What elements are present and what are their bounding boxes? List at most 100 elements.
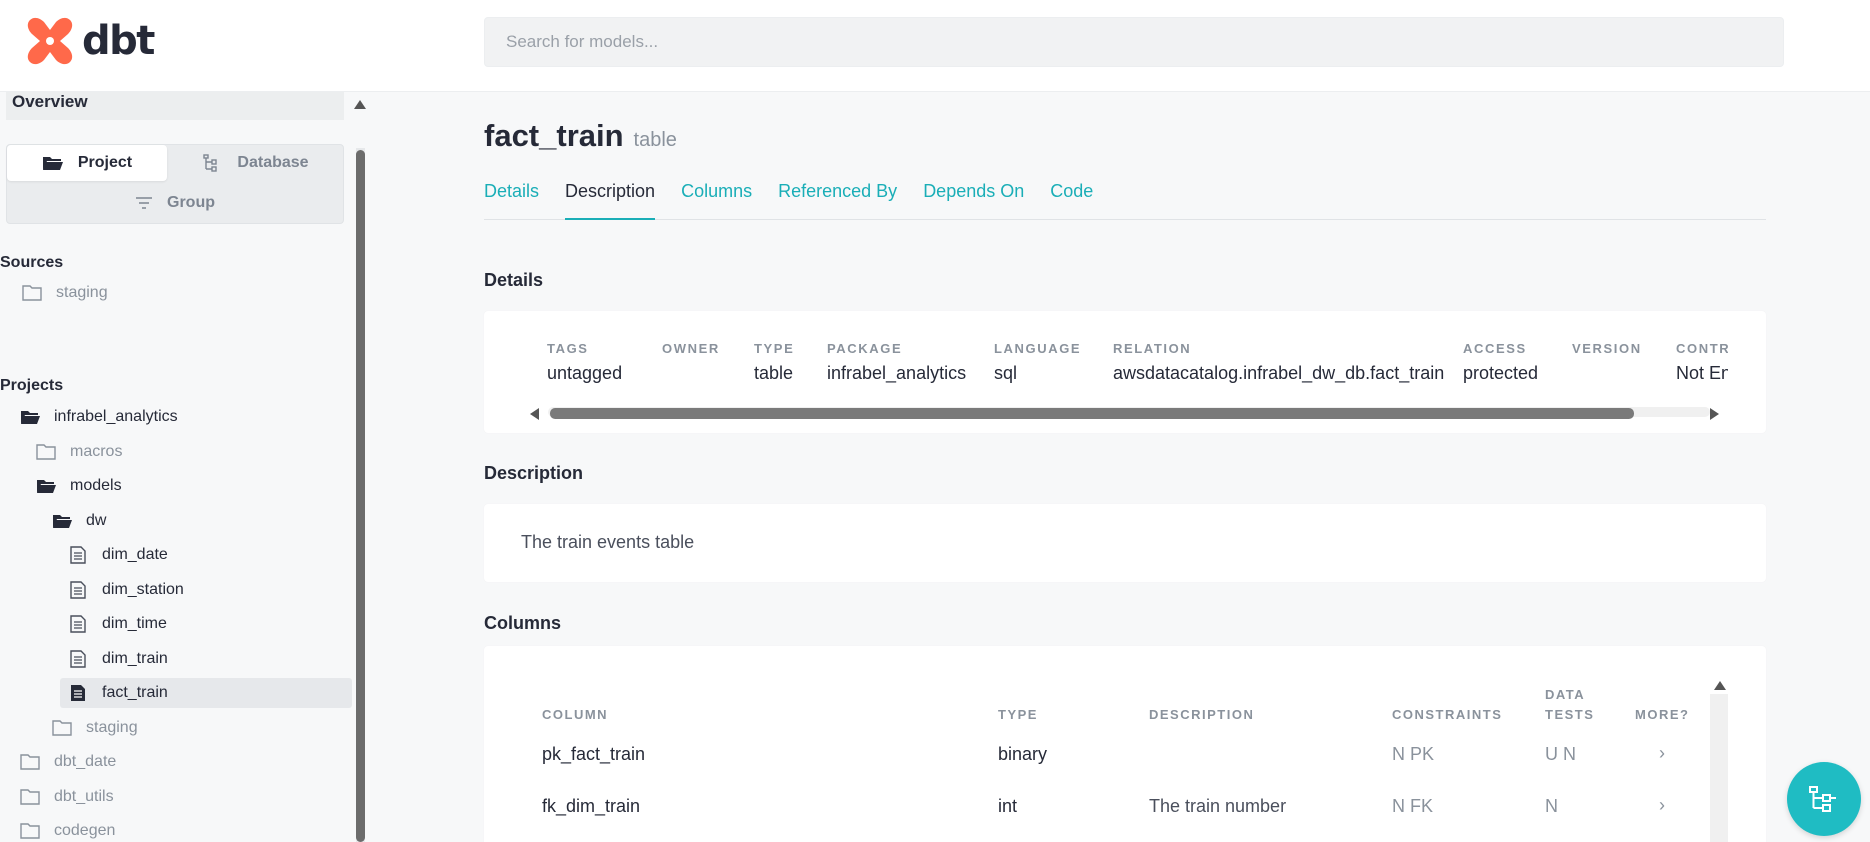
model-tabs: Details Description Columns Referenced B… [484,180,1766,220]
col-header-data-tests-line1: DATA [1545,687,1586,702]
col-header-description: DESCRIPTION [1149,707,1255,722]
row2-column: fk_dim_train [542,796,641,816]
dbt-logo[interactable]: dbt [24,16,155,66]
source-staging[interactable]: staging [22,278,108,308]
tree-item-label: dbt_date [54,753,117,770]
tree-item-label: fact_train [102,684,168,701]
row1-constraints: N PK [1392,744,1435,764]
meta-label-contract: CONTR [1676,341,1728,356]
tree-item-label: codegen [54,822,116,839]
tree-item-label: dim_station [102,580,184,598]
sidebar: Overview Project Database Group Sources … [0,92,370,842]
folder-icon [52,719,72,736]
tree-item-models[interactable]: models [36,471,122,501]
tree-item-macros[interactable]: macros [36,437,122,467]
meta-value-tags: untagged [547,363,623,383]
sidebar-scroll-up-icon[interactable] [354,100,366,109]
sources-label: Sources [0,254,64,271]
meta-label-type: TYPE [754,341,795,356]
meta-label-relation: RELATION [1113,341,1192,356]
tab-referenced-by[interactable]: Referenced By [778,180,897,220]
meta-label-owner: OWNER [662,341,720,356]
top-header: dbt [0,0,1870,92]
tree-item-dim-date[interactable]: dim_date [68,540,168,570]
filter-icon [136,197,152,209]
tree-item-label: macros [70,442,123,460]
tree-item-label: staging [86,718,138,736]
meta-label-version: VERSION [1572,341,1642,356]
tree-item-dim-station[interactable]: dim_station [68,575,184,605]
tree-item-fact-train[interactable]: fact_train [60,678,352,708]
description-text: The train events table [521,532,695,552]
tree-item-infrabel-analytics[interactable]: infrabel_analytics [20,402,178,432]
row1-column: pk_fact_train [542,744,646,764]
tree-item-codegen[interactable]: codegen [20,816,115,842]
tree-item-dbt-date[interactable]: dbt_date [20,747,116,777]
scroll-right-icon[interactable] [1710,408,1719,420]
columns-scroll-up-icon[interactable] [1714,681,1726,690]
tab-code[interactable]: Code [1050,180,1093,220]
columns-heading: Columns [484,613,562,633]
tree-item-label: dim_train [102,649,168,667]
meta-value-access: protected [1463,363,1539,383]
meta-value-contract: Not En [1676,363,1728,383]
row2-expand-icon[interactable]: › [1659,795,1665,816]
tree-item-dim-time[interactable]: dim_time [68,609,167,639]
folder-open-icon [37,480,56,493]
projects-label: Projects [0,377,64,394]
meta-value-package: infrabel_analytics [827,363,967,383]
folder-icon [20,788,40,805]
details-heading: Details [484,270,544,290]
database-tab[interactable]: Database [169,145,343,181]
page-title: fact_train table [484,118,677,154]
group-tab[interactable]: Group [7,185,343,221]
tree-item-staging[interactable]: staging [52,713,138,743]
tab-depends-on[interactable]: Depends On [923,180,1024,220]
tree-item-label: infrabel_analytics [54,408,178,425]
tree-item-dw[interactable]: dw [52,506,106,536]
lineage-graph-button[interactable] [1787,762,1861,836]
meta-label-language: LANGUAGE [994,341,1082,356]
col-header-constraints: CONSTRAINTS [1392,707,1503,722]
file-icon [70,649,86,668]
row1-type: binary [998,744,1048,764]
meta-label-access: ACCESS [1463,341,1527,356]
overview-link[interactable]: Overview [6,92,344,120]
meta-value-type: table [754,363,794,383]
tab-details[interactable]: Details [484,180,539,220]
search-input[interactable] [484,17,1784,67]
tree-item-dim-train[interactable]: dim_train [68,644,168,674]
tree-item-dbt-utils[interactable]: dbt_utils [20,782,114,812]
tree-item-label: dw [86,511,107,529]
file-filled-icon [71,685,85,701]
folder-open-icon [42,157,63,170]
columns-scrollbar-track[interactable] [1710,694,1728,842]
folder-icon [36,443,56,460]
scroll-left-icon[interactable] [530,408,539,420]
tree-icon [203,154,218,172]
meta-contract-clip: CONTR Not En [1676,311,1728,403]
row1-expand-icon[interactable]: › [1659,743,1665,764]
row2-type: int [998,796,1018,816]
description-heading: Description [484,463,584,483]
project-tab[interactable]: Project [7,145,167,181]
sidebar-scrollbar-thumb[interactable] [356,150,365,842]
tab-description[interactable]: Description [565,180,656,220]
description-card: The train events table [484,504,1766,582]
meta-value-language: sql [994,363,1018,383]
col-header-type: TYPE [998,707,1038,722]
details-card: TAGS untagged OWNER TYPE table PACKAGE i… [484,311,1766,433]
col-header-data-tests-line2: TESTS [1545,707,1595,722]
row2-constraints: N FK [1392,796,1434,816]
row2-description: The train number [1149,796,1287,816]
folder-open-icon [53,514,72,528]
folder-icon [22,285,42,301]
file-icon [70,580,86,599]
folder-open-icon [21,411,40,424]
tree-item-label: dim_date [102,546,168,563]
tab-columns[interactable]: Columns [681,180,752,220]
lineage-icon [1809,786,1836,812]
row2-tests: N [1545,796,1558,816]
logo-text: dbt [82,18,155,64]
details-scrollbar-thumb[interactable] [550,408,1634,419]
